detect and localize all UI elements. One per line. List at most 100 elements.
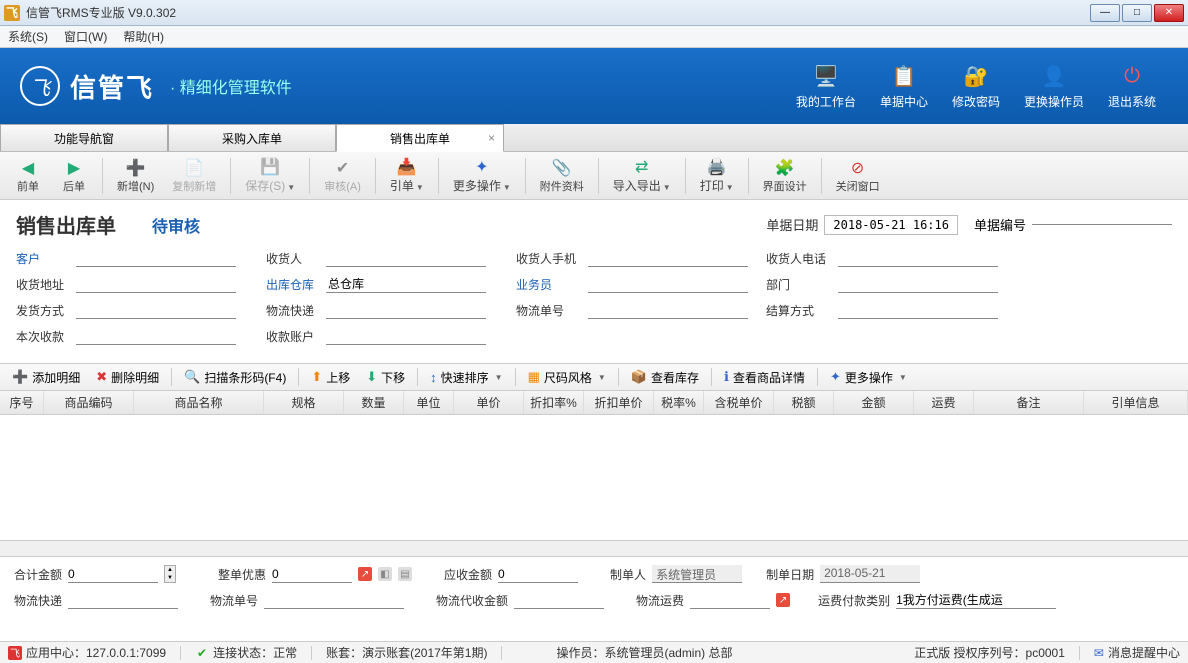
save-button[interactable]: 💾保存(S)▼	[237, 155, 303, 196]
changepwd-button[interactable]: 🔐 修改密码	[952, 63, 1000, 110]
grid-more-button[interactable]: ✦更多操作▼	[824, 367, 913, 388]
warehouse-input[interactable]	[326, 275, 486, 293]
refdoc-button[interactable]: 📥引单▼	[382, 155, 432, 196]
total-amt-input[interactable]	[68, 565, 158, 583]
makedate-label: 制单日期	[766, 566, 814, 583]
maximize-button[interactable]: □	[1122, 4, 1152, 22]
print-button[interactable]: 🖨️打印▼	[692, 155, 742, 196]
disc-action-icon[interactable]: ↗	[358, 567, 372, 581]
total-amt-spinner[interactable]: ▲▼	[164, 565, 176, 583]
this-receipt-input[interactable]	[76, 327, 236, 345]
close-button[interactable]: ✕	[1154, 4, 1184, 22]
stock-button[interactable]: 📦查看库存	[625, 367, 705, 388]
movedown-button[interactable]: ⬇下移	[360, 367, 411, 388]
col-remark[interactable]: 备注	[974, 391, 1084, 414]
st-appcenter[interactable]: 应用中心：127.0.0.1:7099	[26, 644, 166, 661]
impexp-button[interactable]: ⇄导入导出▼	[605, 155, 679, 196]
fee-type-input[interactable]	[896, 591, 1056, 609]
del-line-button[interactable]: ✖删除明细	[90, 367, 165, 388]
disc-icon3[interactable]: ▤	[398, 567, 412, 581]
total-amt-label: 合计金额	[14, 566, 62, 583]
plus-icon: ➕	[12, 369, 28, 385]
disk-icon: 💾	[260, 157, 280, 177]
doccenter-button[interactable]: 📋 单据中心	[880, 63, 928, 110]
settle-input[interactable]	[838, 301, 998, 319]
switchuser-button[interactable]: 👤 更换操作员	[1024, 63, 1084, 110]
dept-input[interactable]	[838, 275, 998, 293]
col-taxrate[interactable]: 税率%	[654, 391, 704, 414]
more-ops-button[interactable]: ✦更多操作▼	[445, 155, 519, 196]
scan-button[interactable]: 🔍扫描条形码(F4)	[178, 367, 292, 388]
close-icon[interactable]: ×	[488, 131, 495, 145]
uidesign-button[interactable]: 🧩界面设计	[755, 156, 815, 196]
new-button[interactable]: ➕新增(N)	[109, 156, 162, 196]
prev-doc-button[interactable]: ◀前单	[6, 156, 50, 196]
t-courier-input[interactable]	[68, 591, 178, 609]
col-tax[interactable]: 税额	[774, 391, 834, 414]
exit-button[interactable]: ⏻ 退出系统	[1108, 63, 1156, 110]
col-name[interactable]: 商品名称	[134, 391, 264, 414]
add-line-button[interactable]: ➕添加明细	[6, 367, 86, 388]
col-refinfo[interactable]: 引单信息	[1084, 391, 1188, 414]
col-qty[interactable]: 数量	[344, 391, 404, 414]
col-unit[interactable]: 单位	[404, 391, 454, 414]
tab-sales[interactable]: 销售出库单 ×	[336, 124, 504, 152]
salesman-input[interactable]	[588, 275, 748, 293]
ship-fee-input[interactable]	[690, 591, 770, 609]
col-spec[interactable]: 规格	[264, 391, 344, 414]
receiver-label: 收货人	[266, 250, 326, 267]
closewin-button[interactable]: ⊘关闭窗口	[828, 156, 888, 196]
doc-date-value[interactable]: 2018-05-21 16:16	[824, 215, 958, 235]
col-price[interactable]: 单价	[454, 391, 524, 414]
col-amount[interactable]: 金额	[834, 391, 914, 414]
workspace-button[interactable]: 🖥️ 我的工作台	[796, 63, 856, 110]
form-area: 客户 收货人 收货人手机 收货人电话 收货地址 出库仓库 业务员 部门 发货方式…	[0, 243, 1188, 363]
grid-body[interactable]	[0, 415, 1188, 541]
ship-addr-input[interactable]	[76, 275, 236, 293]
whole-disc-input[interactable]	[272, 565, 352, 583]
menu-window[interactable]: 窗口(W)	[64, 28, 107, 45]
receiver-mobile-input[interactable]	[588, 249, 748, 267]
disc-icon2[interactable]: ◧	[378, 567, 392, 581]
diamond-icon: ✦	[475, 157, 488, 177]
next-doc-button[interactable]: ▶后单	[52, 156, 96, 196]
moveup-button[interactable]: ⬆上移	[305, 367, 356, 388]
col-code[interactable]: 商品编码	[44, 391, 134, 414]
menu-system[interactable]: 系统(S)	[8, 28, 48, 45]
col-discprice[interactable]: 折扣单价	[584, 391, 654, 414]
minimize-button[interactable]: —	[1090, 4, 1120, 22]
receiver-input[interactable]	[326, 249, 486, 267]
col-disc[interactable]: 折扣率%	[524, 391, 584, 414]
detail-button[interactable]: ℹ查看商品详情	[718, 367, 811, 388]
fee-action-icon[interactable]: ↗	[776, 593, 790, 607]
tracking-input[interactable]	[588, 301, 748, 319]
menu-help[interactable]: 帮助(H)	[123, 28, 164, 45]
col-freight[interactable]: 运费	[914, 391, 974, 414]
grid-hscroll[interactable]	[0, 541, 1188, 557]
customer-input[interactable]	[76, 249, 236, 267]
tab-nav[interactable]: 功能导航窗	[0, 124, 168, 151]
copynew-button[interactable]: 📄复制新增	[164, 156, 224, 196]
audit-button[interactable]: ✔审核(A)	[316, 156, 369, 196]
receiver-phone-input[interactable]	[838, 249, 998, 267]
doc-no-value[interactable]	[1032, 224, 1172, 225]
maker-value: 系统管理员	[652, 565, 742, 583]
x-icon: ✖	[96, 369, 107, 385]
recv-amt-input[interactable]	[498, 565, 578, 583]
totals-area: 合计金额 ▲▼ 整单优惠 ↗ ◧ ▤ 应收金额 制单人 系统管理员 制单日期 2…	[0, 557, 1188, 625]
attach-button[interactable]: 📎附件资料	[532, 156, 592, 196]
receipt-acct-input[interactable]	[326, 327, 486, 345]
col-taxprice[interactable]: 含税单价	[704, 391, 774, 414]
diamond-icon: ✦	[830, 369, 841, 385]
close-circle-icon: ⊘	[851, 158, 864, 178]
cod-input[interactable]	[514, 591, 604, 609]
st-msg[interactable]: 消息提醒中心	[1108, 644, 1180, 661]
sort-button[interactable]: ↕快速排序▼	[424, 367, 508, 388]
courier-input[interactable]	[326, 301, 486, 319]
t-tracking-input[interactable]	[264, 591, 404, 609]
tab-purchase[interactable]: 采购入库单	[168, 124, 336, 151]
col-seq[interactable]: 序号	[0, 391, 44, 414]
import-icon: 📥	[397, 157, 417, 177]
size-button[interactable]: ▦尺码风格▼	[522, 367, 612, 388]
ship-method-input[interactable]	[76, 301, 236, 319]
